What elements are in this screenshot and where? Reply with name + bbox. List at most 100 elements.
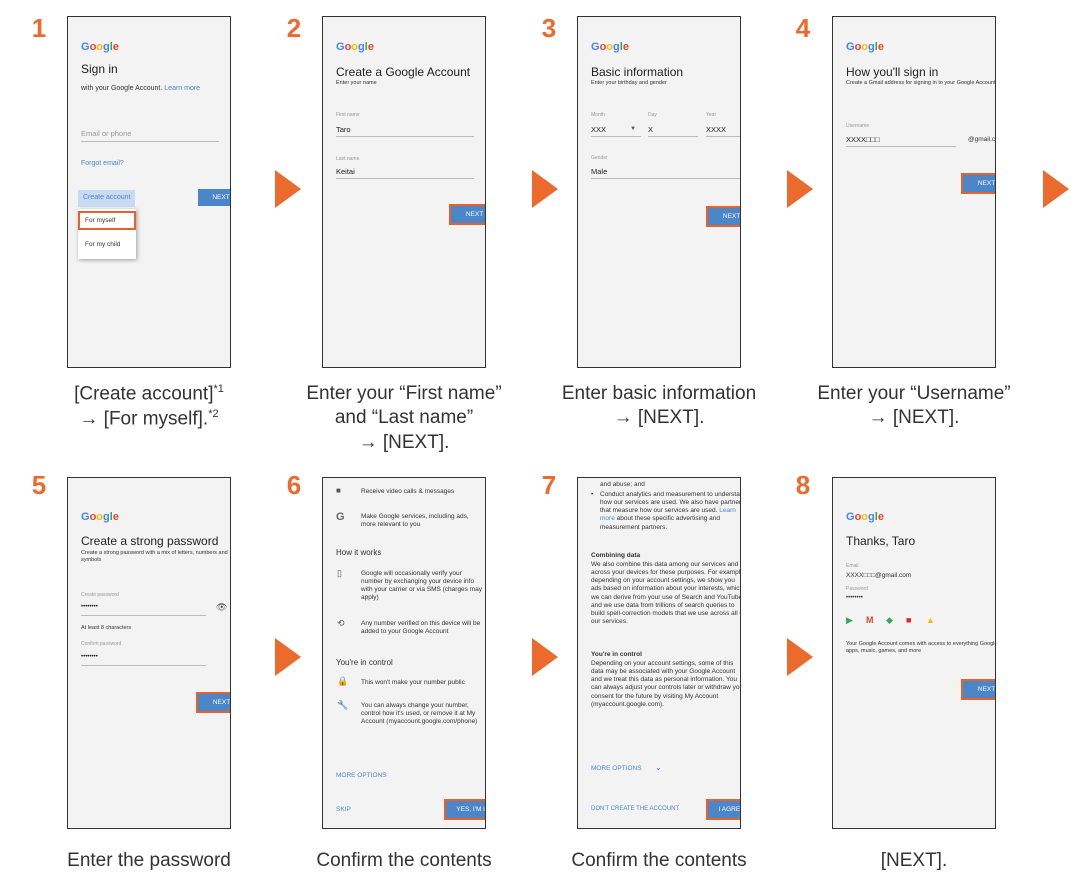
create-account-button[interactable]: Create account [78,190,136,207]
control-heading: You're in control [336,658,393,667]
dont-create-account-button[interactable]: DON'T CREATE THE ACCOUNT [591,806,679,814]
year-field[interactable]: XXXX [706,125,726,134]
step-number: 4 [789,13,817,43]
page-title: Create a strong password [81,534,219,548]
create-password-label: Create password [81,592,119,598]
bullet-icon: • [591,491,594,498]
email-input[interactable]: Email or phone [81,129,131,138]
more-options-link[interactable]: MORE OPTIONS [591,765,642,773]
next-button[interactable]: NEXT [961,173,995,194]
phone-screen-basic-info: Google Basic information Enter your birt… [577,16,741,368]
next-button[interactable]: NEXT [198,189,230,206]
terms-text-analytics: Conduct analytics and measurement to und… [600,491,741,531]
google-g-icon: G [336,511,345,523]
info-item-video-calls: Receive video calls & messages [361,488,455,495]
combining-data-text: We also combine this data among our serv… [591,561,741,625]
step-caption: Enter the password [67,850,231,871]
next-step-arrow [787,638,813,676]
page-title: Basic information [591,65,684,79]
step-number: 7 [535,470,563,500]
last-name-underline [336,178,474,179]
first-name-label: First name [336,112,360,118]
phone-icon: ▯ [337,568,342,578]
page-title: Create a Google Account [336,65,471,79]
next-step-arrow [275,170,301,208]
last-name-field[interactable]: Keitai [336,167,355,176]
create-account-menu: For myself For my child [78,209,136,259]
how-it-works-heading: How it works [336,548,382,557]
page-subtitle: with your Google Account. Learn more [81,85,201,92]
next-step-arrow [532,638,558,676]
menu-item-for-my-child[interactable]: For my child [80,237,134,252]
next-button[interactable]: NEXT [196,692,230,713]
next-button[interactable]: NEXT [706,206,740,227]
day-label: Day [648,112,657,118]
next-step-arrow [1043,170,1069,208]
next-button[interactable]: NEXT [449,204,485,225]
control-text: Depending on your account settings, some… [591,660,741,708]
menu-item-for-myself[interactable]: For myself [78,211,136,230]
gender-label: Gender [591,155,608,161]
phone-screen-create-account: Google Create a Google Account Enter you… [322,16,486,368]
video-call-icon: ■ [336,486,341,495]
info-item-personalize: Make Google services, including ads, mor… [361,513,469,529]
page-subtitle: Enter your name [336,80,377,86]
sync-icon: ⟲ [337,618,345,628]
first-name-underline [336,136,474,137]
i-agree-button[interactable]: I AGREE [706,799,740,820]
username-field[interactable]: XXXX□□□ [846,135,880,144]
maps-icon: ◆ [886,615,893,625]
forgot-email-link[interactable]: Forgot email? [81,160,124,169]
terms-text: and abuse; and [600,481,645,488]
month-select[interactable]: XXX [591,125,606,134]
chevron-down-icon: ⌄ [655,763,662,772]
page-subtitle: Create a strong password with a mix of l… [81,550,228,563]
email-value: XXXX□□□@gmail.com [846,572,912,579]
step-number: 5 [25,470,53,500]
drive-icon: ▲ [926,615,935,625]
gender-select[interactable]: Male [591,167,607,176]
info-item-verify: Google will occasionally verify your num… [361,570,483,602]
page-subtitle: Enter your birthday and gender [591,80,667,86]
phone-screen-thanks: Google Thanks, Taro Email XXXX□□□@gmail.… [832,477,996,829]
first-name-field[interactable]: Taro [336,125,351,134]
step-number: 1 [25,13,53,43]
step-caption: Confirm the contents [571,850,747,871]
combining-data-heading: Combining data [591,552,641,559]
skip-button[interactable]: SKIP [336,806,351,814]
next-button[interactable]: NEXT [961,679,995,700]
page-title: Sign in [81,62,118,76]
yes-im-in-button[interactable]: YES, I'M IN [444,799,485,820]
step-number: 2 [280,13,308,43]
password-value: •••••••• [846,595,863,601]
email-label: Email [846,563,859,569]
learn-more-link[interactable]: Learn more [164,85,200,92]
gmail-domain-suffix: @gmail.com [968,136,996,143]
year-label: Year [706,112,717,118]
google-logo: Google [846,511,884,523]
next-step-arrow [787,170,813,208]
more-options-link[interactable]: MORE OPTIONS [336,772,387,780]
phone-screen-phone-info: ■ Receive video calls & messages G Make … [322,477,486,829]
confirm-password-field[interactable]: •••••••• [81,654,98,662]
step-caption: Enter basic information → [NEXT]. [561,383,757,429]
step-caption: [Create account]*1 → [For myself].*2 [74,383,224,429]
visibility-off-icon[interactable]: 👁 [216,602,227,613]
step-caption: [NEXT]. [880,850,948,871]
phone-screen-sign-in: Google Sign in with your Google Account.… [67,16,231,368]
phone-screen-username: Google How you'll sign in Create a Gmail… [832,16,996,368]
lock-icon: 🔒 [337,676,349,686]
phone-screen-password: Google Create a strong password Create a… [67,477,231,829]
google-logo: Google [846,41,884,53]
username-label: Username [846,123,870,129]
email-underline [81,141,219,142]
youtube-icon: ■ [906,615,912,625]
last-name-label: Last name [336,156,360,162]
google-logo: Google [81,511,119,523]
create-password-field[interactable]: •••••••• [81,604,98,612]
info-item-public: This won't make your number public [361,679,465,686]
step-caption: Confirm the contents [316,850,492,871]
confirm-password-label: Confirm password [81,641,122,647]
day-field[interactable]: X [648,125,653,134]
control-heading: You're in control [591,651,642,658]
